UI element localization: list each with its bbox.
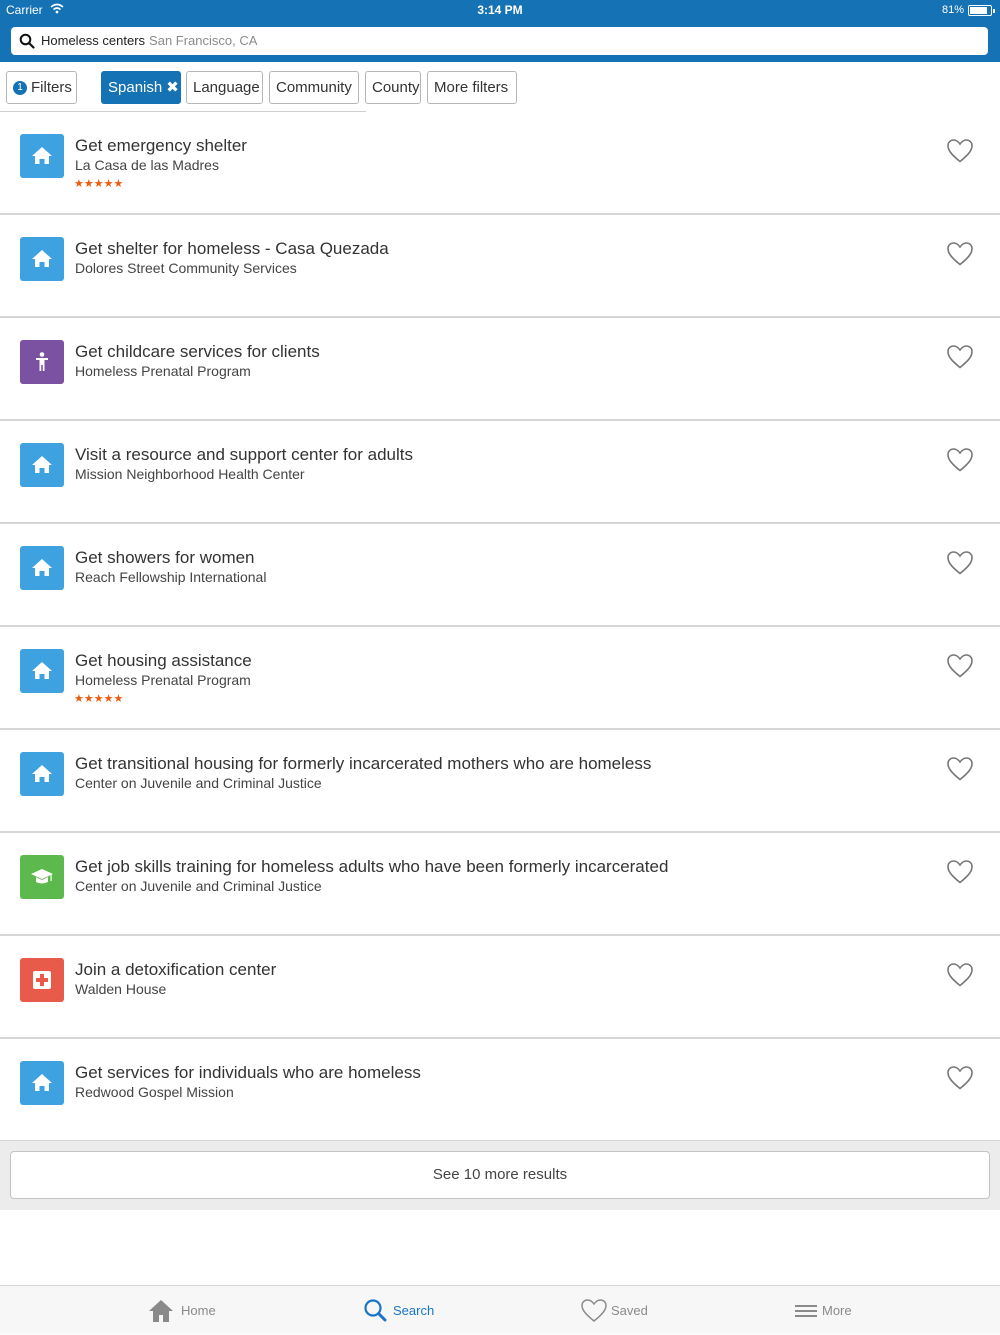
child-icon xyxy=(36,352,48,371)
category-badge xyxy=(20,546,64,590)
result-row[interactable]: Get emergency shelter La Casa de las Madr… xyxy=(0,112,1000,215)
remove-filter-icon[interactable]: ✖ xyxy=(166,79,179,96)
search-icon xyxy=(19,33,35,49)
result-organization: Center on Juvenile and Criminal Justice xyxy=(75,878,322,894)
home-icon xyxy=(32,559,52,576)
result-row[interactable]: Get showers for women Reach Fellowship In… xyxy=(0,524,1000,627)
category-badge xyxy=(20,649,64,693)
search-field[interactable]: Homeless centers San Francisco, CA xyxy=(11,27,988,55)
category-badge xyxy=(20,443,64,487)
graduation-cap-icon xyxy=(31,869,53,884)
filter-language[interactable]: Language xyxy=(186,71,263,104)
filter-count-badge: 1 xyxy=(13,81,27,95)
see-more-button[interactable]: See 10 more results xyxy=(10,1151,990,1199)
save-heart-icon[interactable] xyxy=(946,653,974,679)
home-icon xyxy=(32,1074,52,1091)
active-filter-spanish[interactable]: Spanish ✖ xyxy=(101,71,181,104)
result-title[interactable]: Get transitional housing for formerly in… xyxy=(75,754,651,774)
result-organization: Center on Juvenile and Criminal Justice xyxy=(75,775,322,791)
result-row[interactable]: Get housing assistance Homeless Prenatal … xyxy=(0,627,1000,730)
tab-search[interactable]: Search xyxy=(250,1286,500,1335)
category-badge xyxy=(20,855,64,899)
active-filter-label: Spanish xyxy=(108,79,163,96)
result-row[interactable]: Visit a resource and support center for … xyxy=(0,421,1000,524)
category-badge xyxy=(20,237,64,281)
filter-bar: 1 Filters Spanish ✖ Language Community Cou… xyxy=(0,62,1000,112)
category-badge xyxy=(20,1061,64,1105)
search-location: San Francisco, CA xyxy=(149,33,258,48)
result-row[interactable]: Get services for individuals who are hom… xyxy=(0,1039,1000,1142)
status-time: 3:14 PM xyxy=(477,3,523,17)
result-title[interactable]: Get emergency shelter xyxy=(75,136,247,156)
tab-bar: Home Search Saved More xyxy=(0,1285,1000,1334)
result-organization: Dolores Street Community Services xyxy=(75,260,297,276)
filter-more-filters[interactable]: More filters xyxy=(427,71,517,104)
result-row[interactable]: Join a detoxification center Walden House xyxy=(0,936,1000,1039)
filter-community[interactable]: Community xyxy=(269,71,359,104)
category-badge xyxy=(20,958,64,1002)
save-heart-icon[interactable] xyxy=(946,241,974,267)
result-organization: Walden House xyxy=(75,981,167,997)
results-list: Get emergency shelter La Casa de las Madr… xyxy=(0,112,1000,1142)
result-organization: Reach Fellowship International xyxy=(75,569,267,585)
tab-search-label: Search xyxy=(393,1303,435,1318)
rating-stars: ★★★★★ xyxy=(74,693,124,705)
heart-icon xyxy=(581,1299,607,1322)
tab-saved-label: Saved xyxy=(611,1303,648,1318)
save-heart-icon[interactable] xyxy=(946,344,974,370)
home-icon xyxy=(32,765,52,782)
tab-home-label: Home xyxy=(181,1303,216,1318)
status-bar: Carrier 3:14 PM 81% xyxy=(0,0,1000,22)
home-icon xyxy=(32,250,52,267)
result-title[interactable]: Get childcare services for clients xyxy=(75,342,320,362)
home-icon xyxy=(149,1300,173,1322)
result-organization: Redwood Gospel Mission xyxy=(75,1084,234,1100)
home-icon xyxy=(32,147,52,164)
save-heart-icon[interactable] xyxy=(946,859,974,885)
result-organization: La Casa de las Madres xyxy=(75,157,219,173)
result-title[interactable]: Get shelter for homeless - Casa Quezada xyxy=(75,239,389,259)
result-row[interactable]: Get childcare services for clients Homele… xyxy=(0,318,1000,421)
result-title[interactable]: Get services for individuals who are hom… xyxy=(75,1063,421,1083)
filters-button[interactable]: 1 Filters xyxy=(6,71,77,104)
result-row[interactable]: Get shelter for homeless - Casa Quezada D… xyxy=(0,215,1000,318)
tab-home[interactable]: Home xyxy=(0,1286,250,1335)
result-title[interactable]: Get housing assistance xyxy=(75,651,252,671)
see-more-container: See 10 more results xyxy=(0,1141,1000,1210)
app-header: Carrier 3:14 PM 81% Homeless centers San … xyxy=(0,0,1000,62)
tab-more[interactable]: More xyxy=(750,1286,1000,1335)
category-badge xyxy=(20,340,64,384)
result-title[interactable]: Get showers for women xyxy=(75,548,255,568)
result-title[interactable]: Visit a resource and support center for … xyxy=(75,445,413,465)
rating-stars: ★★★★★ xyxy=(74,178,124,190)
filter-county[interactable]: County xyxy=(365,71,421,104)
save-heart-icon[interactable] xyxy=(946,756,974,782)
result-organization: Mission Neighborhood Health Center xyxy=(75,466,305,482)
menu-icon xyxy=(795,1305,817,1317)
tab-more-label: More xyxy=(822,1303,852,1318)
search-icon xyxy=(364,1299,387,1322)
result-row[interactable]: Get transitional housing for formerly in… xyxy=(0,730,1000,833)
save-heart-icon[interactable] xyxy=(946,962,974,988)
tab-saved[interactable]: Saved xyxy=(500,1286,750,1335)
medical-cross-icon xyxy=(33,971,51,989)
save-heart-icon[interactable] xyxy=(946,138,974,164)
home-icon xyxy=(32,456,52,473)
result-title[interactable]: Get job skills training for homeless adu… xyxy=(75,857,668,877)
filters-label: Filters xyxy=(31,79,72,96)
result-organization: Homeless Prenatal Program xyxy=(75,363,251,379)
result-title[interactable]: Join a detoxification center xyxy=(75,960,276,980)
save-heart-icon[interactable] xyxy=(946,550,974,576)
category-badge xyxy=(20,134,64,178)
result-organization: Homeless Prenatal Program xyxy=(75,672,251,688)
result-row[interactable]: Get job skills training for homeless adu… xyxy=(0,833,1000,936)
battery-percent: 81% xyxy=(941,4,964,16)
save-heart-icon[interactable] xyxy=(946,1065,974,1091)
home-icon xyxy=(32,662,52,679)
battery-icon xyxy=(968,5,995,16)
category-badge xyxy=(20,752,64,796)
search-query: Homeless centers xyxy=(41,33,146,48)
save-heart-icon[interactable] xyxy=(946,447,974,473)
